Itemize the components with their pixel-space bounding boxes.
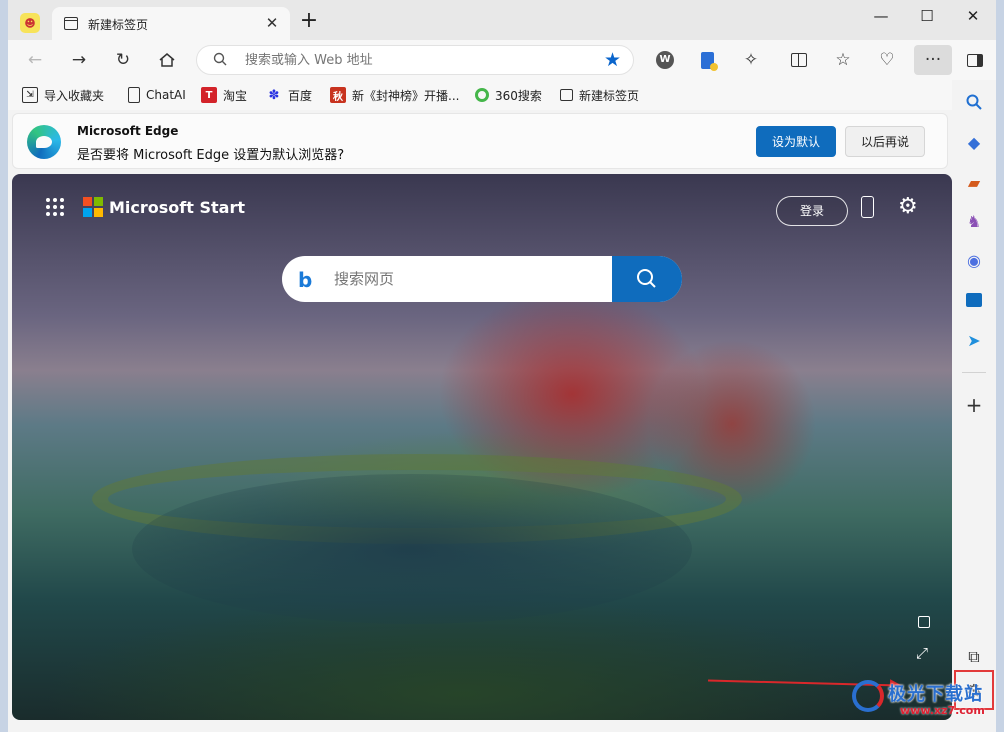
favorite-import[interactable]: ⇲ 导入收藏夹: [22, 86, 104, 104]
sidebar-games-icon[interactable]: ♞: [962, 209, 986, 233]
microsoft-logo-icon: [83, 197, 103, 217]
watermark-logo-icon: [852, 680, 884, 712]
favorite-label: 百度: [288, 88, 313, 103]
favorite-label: 新《封神榜》开播...: [352, 88, 460, 103]
sidebar-outlook-icon[interactable]: [962, 288, 986, 312]
favorite-label: 淘宝: [223, 88, 248, 103]
screenshot-icon[interactable]: ⧉: [962, 645, 986, 669]
home-icon[interactable]: [152, 45, 182, 75]
navigation-toolbar: ← → ↻ ★ W ✧ ☆ ♡ ···: [8, 40, 996, 80]
favorite-taobao[interactable]: T 淘宝: [201, 86, 247, 104]
sidebar-drop-icon[interactable]: ➤: [962, 328, 986, 352]
maximize-button[interactable]: ☐: [904, 4, 950, 28]
watermark: 极光下载站 www.xz7.com: [848, 674, 998, 724]
watermark-text: 极光下载站: [888, 684, 983, 705]
new-tab-page: Microsoft Start 登录 ⚙ b ⤢: [12, 174, 952, 720]
360-icon: [475, 88, 489, 102]
minimize-button[interactable]: —: [858, 4, 904, 28]
newtab-icon: [560, 89, 573, 101]
favorite-baidu[interactable]: ✽ 百度: [266, 86, 312, 104]
page-settings-gear-icon[interactable]: ⚙: [898, 194, 918, 219]
new-tab-button[interactable]: +: [298, 10, 320, 33]
web-search-box[interactable]: b: [282, 256, 682, 302]
background-image-pool: [132, 474, 692, 624]
address-input[interactable]: [245, 51, 585, 69]
browser-essentials-icon[interactable]: ♡: [872, 45, 902, 75]
favorite-label: 新建标签页: [579, 88, 640, 103]
sidebar-toggle-icon[interactable]: [960, 45, 990, 75]
baidu-icon: ✽: [268, 87, 280, 103]
profile-icon[interactable]: ☻: [20, 13, 40, 33]
favorite-label: 360搜索: [495, 88, 542, 103]
page-icon: [128, 87, 140, 103]
more-menu-button[interactable]: ···: [914, 45, 952, 75]
title-bar: ☻ 新建标签页 ✕ + — ☐ ✕: [8, 0, 996, 40]
sidebar-m365-icon[interactable]: ◉: [962, 248, 986, 272]
extension-w-icon[interactable]: W: [650, 45, 680, 75]
edge-sidebar: ◆ ▰ ♞ ◉ ➤ + ⧉ ⚙: [952, 80, 996, 732]
search-submit-button[interactable]: [612, 256, 682, 302]
search-icon: [213, 52, 227, 66]
back-arrow-icon[interactable]: ←: [20, 45, 50, 75]
refresh-icon[interactable]: ↻: [108, 45, 138, 75]
import-icon: ⇲: [22, 87, 38, 103]
newtab-page-icon: [64, 17, 78, 30]
watermark-url: www.xz7.com: [900, 704, 985, 717]
browser-window: ☻ 新建标签页 ✕ + — ☐ ✕ ← → ↻ ★ W ✧ ☆ ♡ ···: [8, 0, 996, 732]
forward-arrow-icon[interactable]: →: [64, 45, 94, 75]
split-screen-icon[interactable]: [784, 45, 814, 75]
taobao-icon: T: [201, 87, 217, 103]
brand-title[interactable]: Microsoft Start: [109, 198, 245, 217]
bing-logo-icon: b: [298, 268, 313, 292]
sidebar-shopping-icon[interactable]: ◆: [962, 130, 986, 154]
favorite-360[interactable]: 360搜索: [475, 86, 542, 104]
sidebar-add-button[interactable]: +: [962, 393, 986, 417]
sidebar-tools-icon[interactable]: ▰: [962, 170, 986, 194]
sidebar-search-icon[interactable]: [962, 90, 986, 114]
sidebar-divider: [962, 372, 986, 373]
favorite-label: ChatAI: [146, 88, 186, 102]
later-button[interactable]: 以后再说: [845, 126, 925, 157]
address-bar[interactable]: ★: [196, 45, 634, 75]
extensions-puzzle-icon[interactable]: ✧: [736, 45, 766, 75]
favorite-chatai[interactable]: ChatAI: [128, 86, 186, 104]
extension-doc-icon[interactable]: [692, 45, 722, 75]
edge-logo-icon: [27, 125, 61, 159]
tab-new-tab[interactable]: 新建标签页 ✕: [52, 7, 290, 40]
web-search-input[interactable]: [334, 268, 594, 290]
video-icon: 秋: [330, 87, 346, 103]
tab-close-icon[interactable]: ✕: [262, 13, 282, 33]
search-icon: [637, 269, 656, 288]
default-browser-infobar: Microsoft Edge 是否要将 Microsoft Edge 设置为默认…: [12, 113, 948, 169]
image-info-icon[interactable]: [918, 616, 930, 628]
set-default-button[interactable]: 设为默认: [756, 126, 836, 157]
infobar-message: 是否要将 Microsoft Edge 设置为默认浏览器?: [77, 148, 345, 163]
close-window-button[interactable]: ✕: [950, 4, 996, 28]
expand-icon[interactable]: ⤢: [916, 644, 928, 662]
tab-title: 新建标签页: [88, 18, 149, 32]
login-button[interactable]: 登录: [776, 196, 848, 226]
favorites-icon[interactable]: ☆: [828, 45, 858, 75]
favorites-bar: ⇲ 导入收藏夹 ChatAI T 淘宝 ✽ 百度 秋 新《封神榜》开播... 3…: [8, 80, 996, 110]
favorite-star-icon[interactable]: ★: [604, 49, 621, 71]
favorite-fengshen[interactable]: 秋 新《封神榜》开播...: [330, 86, 459, 104]
app-launcher-icon[interactable]: [46, 198, 64, 216]
infobar-title: Microsoft Edge: [77, 124, 179, 138]
favorite-label: 导入收藏夹: [44, 88, 105, 103]
favorite-newtab[interactable]: 新建标签页: [560, 86, 639, 104]
mobile-phone-icon[interactable]: [861, 196, 874, 218]
